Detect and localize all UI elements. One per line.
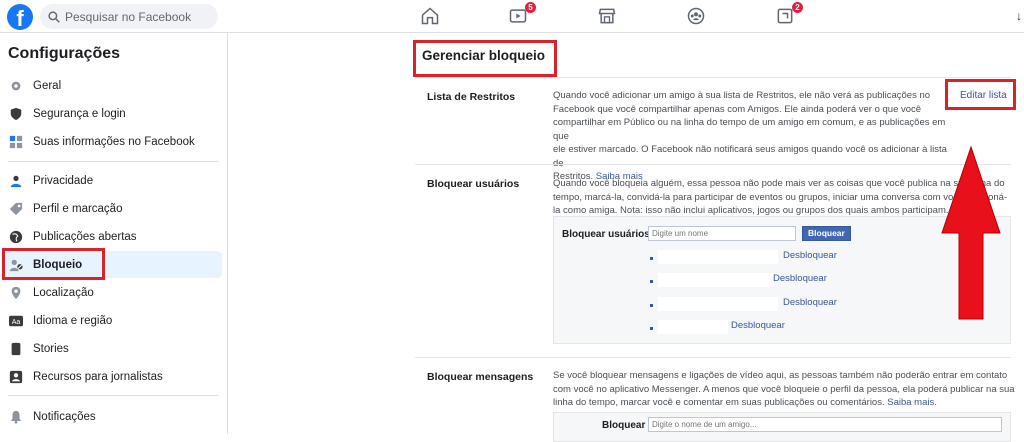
sidebar-item-label: Geral: [33, 79, 62, 92]
red-arrow-annotation: [941, 145, 1001, 320]
lock-icon: [9, 174, 23, 188]
stories-icon: [9, 342, 23, 356]
unblock-link[interactable]: Desbloquear: [783, 250, 837, 261]
watch-icon[interactable]: 5: [508, 2, 536, 26]
restricted-list-label: Lista de Restritos: [427, 91, 516, 103]
sidebar-item-jornalistas[interactable]: Recursos para jornalistas: [4, 363, 222, 390]
block-messages-input[interactable]: [648, 417, 1002, 432]
sidebar-item-label: Stories: [33, 342, 69, 355]
search-box[interactable]: [40, 4, 218, 29]
title-highlight: [413, 40, 557, 77]
sidebar-item-seguranca[interactable]: Segurança e login: [4, 100, 222, 127]
bell-icon: [9, 410, 23, 424]
sidebar-item-label: Suas informações no Facebook: [33, 135, 195, 148]
sidebar-item-label: Privacidade: [33, 174, 94, 187]
block-users-field-label: Bloquear usuários: [562, 229, 650, 240]
blocking-settings-panel: Gerenciar bloqueio Lista de Restritos Qu…: [413, 33, 1024, 442]
blocked-user-name: [658, 273, 774, 287]
block-users-label: Bloquear usuários: [427, 178, 520, 190]
tag-icon: [9, 202, 23, 216]
sidebar-item-informacoes[interactable]: Suas informações no Facebook: [4, 128, 222, 155]
sidebar-item-idioma[interactable]: Aa Idioma e região: [4, 307, 222, 334]
list-bullet: [650, 257, 653, 260]
sidebar-item-label: Perfil e marcação: [33, 202, 123, 215]
blocked-user-name: [658, 297, 778, 311]
sidebar-item-label: Notificações: [33, 410, 96, 423]
groups-icon[interactable]: [686, 6, 708, 26]
list-bullet: [650, 327, 653, 330]
home-icon[interactable]: [420, 6, 442, 26]
row-divider: [415, 164, 1011, 165]
gaming-icon[interactable]: 2: [775, 2, 803, 26]
sidebar-item-label: Segurança e login: [33, 107, 126, 120]
sidebar-item-localizacao[interactable]: Localização: [4, 279, 222, 306]
sidebar-item-label: Recursos para jornalistas: [33, 370, 163, 383]
gaming-badge: 2: [792, 2, 803, 13]
location-pin-icon: [9, 286, 23, 300]
svg-text:Aa: Aa: [12, 319, 21, 326]
sidebar-item-label: Idioma e região: [33, 314, 113, 327]
top-navigation-bar: f 5 2 ↓: [0, 0, 1024, 33]
unblock-link[interactable]: Desbloquear: [773, 273, 827, 284]
sidebar-item-publicacoes[interactable]: Publicações abertas: [4, 223, 222, 250]
block-messages-label: Bloquear mensagens: [427, 371, 534, 383]
info-grid-icon: [9, 135, 23, 149]
list-bullet: [650, 304, 653, 307]
sidebar-item-notificacoes[interactable]: Notificações: [4, 403, 222, 430]
unblock-link[interactable]: Desbloquear: [783, 297, 837, 308]
shield-icon: [9, 107, 23, 121]
row-divider: [415, 77, 1011, 78]
blocked-user-name: [658, 320, 728, 334]
facebook-logo[interactable]: f: [7, 4, 33, 31]
marketplace-icon[interactable]: [597, 6, 619, 26]
globe-icon: [9, 230, 23, 244]
sidebar-item-perfil[interactable]: Perfil e marcação: [4, 195, 222, 222]
unblock-link[interactable]: Desbloquear: [731, 320, 785, 331]
block-messages-field-label: Bloquear: [602, 420, 646, 431]
bloqueio-highlight: [2, 248, 105, 280]
block-messages-box: Bloquear: [553, 412, 1011, 442]
search-input[interactable]: [65, 9, 215, 24]
settings-sidebar: Configurações Geral Segurança e login Su…: [0, 33, 228, 434]
sidebar-divider: [8, 395, 218, 396]
account-menu-icon[interactable]: ↓: [1016, 9, 1022, 23]
list-bullet: [650, 280, 653, 283]
sidebar-item-label: Localização: [33, 286, 94, 299]
row-divider: [415, 357, 1011, 358]
edit-list-highlight: [945, 79, 1016, 110]
language-icon: Aa: [9, 314, 23, 328]
sidebar-item-stories[interactable]: Stories: [4, 335, 222, 362]
sidebar-title: Configurações: [8, 45, 121, 62]
sidebar-divider: [8, 161, 218, 162]
gear-icon: [9, 79, 23, 93]
block-messages-description: Se você bloquear mensagens e ligações de…: [553, 370, 1015, 408]
block-button[interactable]: Bloquear: [802, 226, 851, 241]
watch-badge: 5: [525, 2, 536, 13]
messages-learn-more-link[interactable]: Saiba mais.: [887, 397, 937, 408]
sidebar-item-privacidade[interactable]: Privacidade: [4, 167, 222, 194]
search-icon: [48, 10, 60, 23]
restricted-list-description: Quando você adicionar um amigo à sua lis…: [553, 90, 947, 182]
journalist-icon: [9, 370, 23, 384]
sidebar-item-label: Publicações abertas: [33, 230, 137, 243]
sidebar-item-geral[interactable]: Geral: [4, 72, 222, 99]
block-user-input[interactable]: [648, 226, 796, 241]
blocked-user-name: [658, 250, 778, 264]
